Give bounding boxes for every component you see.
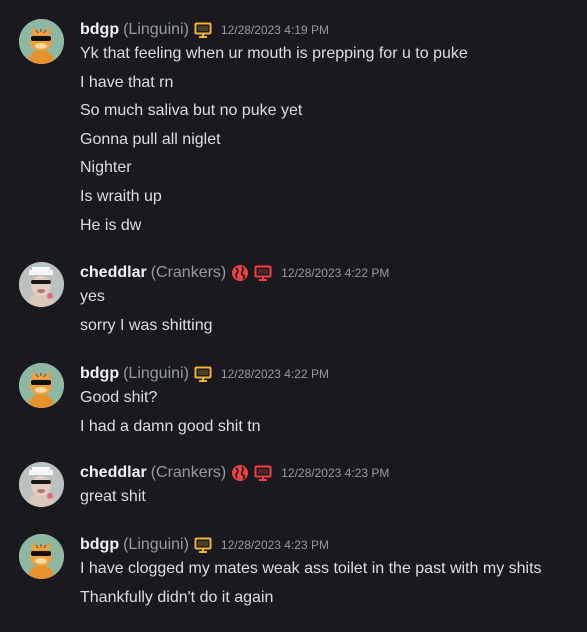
message-header: cheddlar (Crankers) 12/28/2023 4:22 PM (80, 263, 389, 283)
message-text[interactable]: yes (80, 287, 212, 307)
message-text[interactable]: Is wraith up (80, 187, 468, 207)
message-list: Good shit? I had a damn good shit tn (80, 388, 261, 445)
message-text[interactable]: I have clogged my mates weak ass toilet … (80, 559, 542, 579)
username[interactable]: bdgp (80, 365, 119, 383)
monitor-icon (194, 537, 212, 553)
message-text[interactable]: Good shit? (80, 388, 261, 408)
nickname: (Linguini) (123, 536, 189, 553)
message-list: great shit (80, 487, 146, 516)
message-text[interactable]: Yk that feeling when ur mouth is preppin… (80, 44, 468, 64)
nickname: (Crankers) (150, 264, 227, 281)
timestamp[interactable]: 12/28/2023 4:23 PM (221, 538, 329, 552)
cheddlar-avatar[interactable] (19, 262, 64, 307)
badge[interactable] (194, 537, 212, 553)
message-text[interactable]: I had a damn good shit tn (80, 417, 261, 437)
cheddlar-avatar[interactable] (19, 462, 64, 507)
message-text[interactable]: Thankfully didn't do it again (80, 588, 542, 608)
username[interactable]: cheddlar (80, 264, 147, 282)
timestamp[interactable]: 12/28/2023 4:22 PM (281, 266, 389, 280)
badge[interactable] (254, 265, 272, 281)
message-text[interactable]: sorry I was shitting (80, 316, 212, 336)
monitor-icon (254, 265, 272, 281)
message-text[interactable]: So much saliva but no puke yet (80, 101, 468, 121)
badge[interactable] (194, 366, 212, 382)
message-text[interactable]: He is dw (80, 216, 468, 236)
badge[interactable] (231, 464, 249, 482)
message-text[interactable]: Gonna pull all niglet (80, 130, 468, 150)
username[interactable]: bdgp (80, 536, 119, 554)
nickname: (Crankers) (150, 464, 227, 481)
badge[interactable] (254, 465, 272, 481)
message-header: cheddlar (Crankers) 12/28/2023 4:23 PM (80, 463, 389, 483)
timestamp[interactable]: 12/28/2023 4:19 PM (221, 23, 329, 37)
message-header: bdgp (Linguini) 12/28/2023 4:23 PM (80, 535, 329, 555)
garfield-avatar[interactable] (19, 19, 64, 64)
timestamp[interactable]: 12/28/2023 4:23 PM (281, 466, 389, 480)
globe-icon (232, 465, 249, 481)
message-list: yes sorry I was shitting (80, 287, 212, 344)
message-text[interactable]: great shit (80, 487, 146, 507)
monitor-icon (194, 22, 212, 38)
timestamp[interactable]: 12/28/2023 4:22 PM (221, 367, 329, 381)
chat-message-list: bdgp (Linguini) 12/28/2023 4:19 PM Yk that… (0, 0, 587, 632)
username[interactable]: bdgp (80, 21, 119, 39)
message-text[interactable]: Nighter (80, 158, 468, 178)
message-list: Yk that feeling when ur mouth is preppin… (80, 44, 468, 244)
monitor-icon (194, 366, 212, 382)
garfield-avatar[interactable] (19, 534, 64, 579)
badge[interactable] (231, 264, 249, 282)
monitor-icon (254, 465, 272, 481)
nickname: (Linguini) (123, 21, 189, 38)
message-text[interactable]: I have that rn (80, 73, 468, 93)
badge[interactable] (194, 22, 212, 38)
message-list: I have clogged my mates weak ass toilet … (80, 559, 542, 616)
globe-icon (232, 265, 249, 281)
message-header: bdgp (Linguini) 12/28/2023 4:22 PM (80, 364, 329, 384)
nickname: (Linguini) (123, 365, 189, 382)
message-header: bdgp (Linguini) 12/28/2023 4:19 PM (80, 20, 329, 40)
garfield-avatar[interactable] (19, 363, 64, 408)
username[interactable]: cheddlar (80, 464, 147, 482)
